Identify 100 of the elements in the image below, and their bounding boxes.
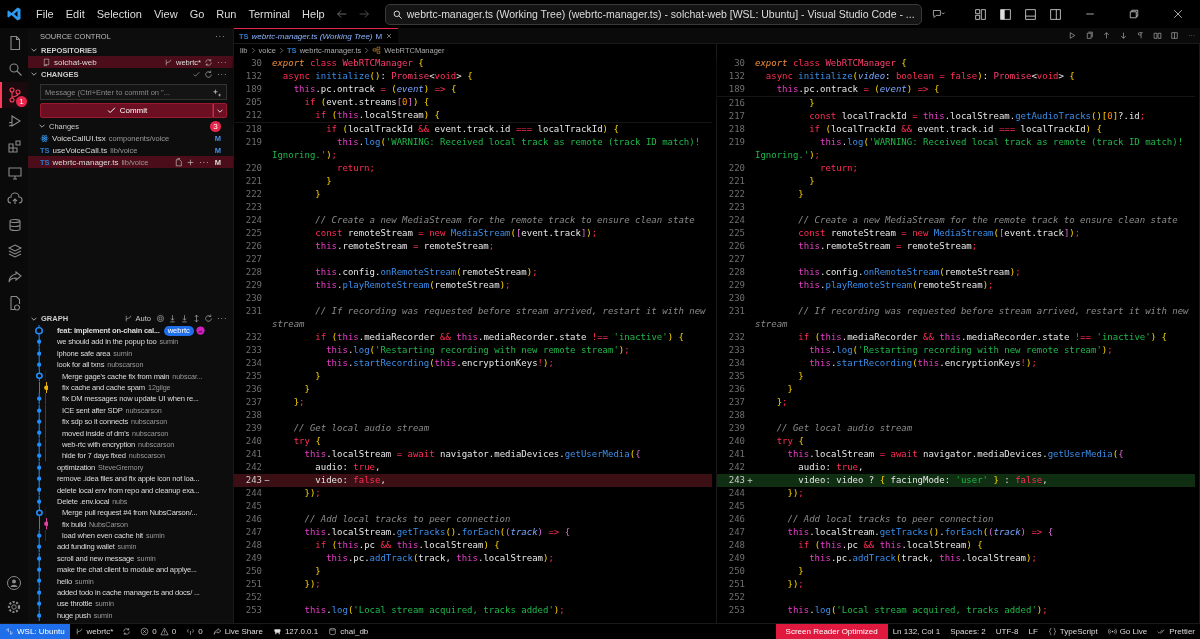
sidebar-toggle-icon[interactable] bbox=[999, 7, 1012, 21]
code-line: this.log('Local stream acquired, tracks added'); bbox=[787, 604, 1048, 617]
more-icon[interactable] bbox=[197, 159, 209, 165]
layout-icon[interactable] bbox=[974, 7, 987, 21]
line-number: 205 bbox=[244, 96, 262, 109]
language-mode[interactable]: TypeScript bbox=[1042, 624, 1103, 639]
arrow-up-icon[interactable] bbox=[1102, 31, 1111, 40]
status-item[interactable]: LF bbox=[1023, 624, 1043, 639]
activity-item[interactable]: 1 bbox=[0, 82, 28, 108]
remote-file-icon bbox=[7, 295, 23, 311]
prettier-indicator[interactable]: Prettier bbox=[1152, 624, 1200, 639]
code-line: if (this.pc && this.localStream) { bbox=[798, 539, 983, 552]
line-number: 219 bbox=[727, 136, 745, 149]
database-indicator[interactable]: chai_db bbox=[323, 624, 374, 639]
line-number: 246 bbox=[727, 513, 745, 526]
close-icon[interactable] bbox=[385, 32, 394, 40]
chat-icon[interactable] bbox=[931, 7, 946, 21]
split-icon[interactable] bbox=[1153, 31, 1162, 40]
more-icon[interactable] bbox=[216, 59, 227, 65]
sync-icon[interactable] bbox=[204, 57, 213, 67]
line-number: 244 bbox=[244, 487, 262, 500]
line-number: 251 bbox=[727, 578, 745, 591]
refresh-icon[interactable] bbox=[204, 69, 213, 79]
menu-item[interactable]: Run bbox=[210, 8, 243, 20]
code-line: this.log('WARNING: Received local track as remote (track ID match)! bbox=[337, 136, 701, 149]
code-line: this.playRemoteStream(remoteStream); bbox=[798, 279, 994, 292]
copy-icon[interactable] bbox=[1085, 31, 1094, 40]
line-number: 132 bbox=[244, 70, 262, 83]
arrow-down-icon[interactable] bbox=[1119, 31, 1128, 40]
code-line: const remoteStream = new MediaStream([event.track]); bbox=[798, 227, 1081, 240]
menu-item[interactable]: Edit bbox=[59, 8, 91, 20]
repo-name: solchat-web bbox=[54, 57, 97, 67]
line-number: 223 bbox=[244, 201, 262, 214]
check-icon[interactable] bbox=[192, 69, 201, 79]
problems-indicator[interactable]: 0 0 bbox=[135, 624, 182, 639]
secondary-sidebar-icon[interactable] bbox=[1049, 7, 1062, 21]
status-item[interactable]: Ln 132, Col 1 bbox=[887, 624, 946, 639]
remote-indicator[interactable]: WSL: Ubuntu bbox=[0, 624, 70, 639]
graph-lane-drawing bbox=[38, 381, 49, 394]
go-live-button[interactable]: Go Live bbox=[1102, 624, 1153, 639]
sparkle-icon[interactable] bbox=[212, 86, 223, 98]
panel-toggle-icon[interactable] bbox=[1024, 7, 1037, 21]
settings-icon[interactable] bbox=[6, 599, 22, 615]
code-line: return; bbox=[820, 162, 858, 175]
code-line: export class WebRTCManager { bbox=[755, 57, 907, 70]
menu-item[interactable]: Go bbox=[183, 8, 211, 20]
more-icon[interactable] bbox=[214, 33, 225, 39]
plus-icon[interactable] bbox=[185, 157, 195, 167]
code-line: if (this.mediaRecorder && this.mediaRecorder.state !== 'inactive') { bbox=[315, 331, 684, 344]
line-number: 221 bbox=[727, 175, 745, 188]
code-line: this.pc.ontrack = (event) => { bbox=[293, 83, 457, 96]
file-name: useVoiceCall.ts bbox=[52, 145, 108, 155]
code-line: if (localTrackId && event.track.id === localTrackId) { bbox=[326, 123, 619, 136]
files-icon bbox=[7, 35, 23, 51]
server-indicator[interactable]: 127.0.0.1 bbox=[267, 624, 324, 639]
line-number: 30 bbox=[250, 57, 262, 70]
line-number: 220 bbox=[727, 162, 745, 175]
live-share-button[interactable]: Live Share bbox=[207, 624, 268, 639]
chevron-icon bbox=[364, 47, 370, 54]
restore-icon[interactable] bbox=[1128, 8, 1140, 20]
ports-indicator[interactable]: 0 bbox=[181, 624, 208, 639]
broadcast-icon bbox=[1107, 627, 1117, 636]
code-line: }); bbox=[787, 578, 804, 591]
menu-item[interactable]: View bbox=[147, 8, 184, 20]
menu-item[interactable]: File bbox=[30, 8, 60, 20]
pull-icon[interactable] bbox=[180, 314, 189, 324]
tab-title: webrtc-manager.ts (Working Tree) bbox=[251, 31, 373, 41]
close-icon[interactable] bbox=[1172, 8, 1184, 20]
account-icon[interactable] bbox=[6, 575, 22, 591]
status-item[interactable]: Spaces: 2 bbox=[945, 624, 991, 639]
play-icon[interactable] bbox=[1068, 31, 1077, 40]
code-line: this.localStream = await navigator.mediaDevices.getUserMedia({ bbox=[304, 448, 641, 461]
target-icon[interactable] bbox=[156, 314, 165, 324]
line-number: 237 bbox=[727, 396, 745, 409]
code-line: video: false, bbox=[315, 474, 386, 487]
line-number: 250 bbox=[727, 565, 745, 578]
commit-button[interactable]: Commit bbox=[40, 103, 213, 118]
more-icon[interactable] bbox=[216, 316, 227, 322]
sync-icon[interactable] bbox=[122, 627, 132, 636]
code-line: } bbox=[315, 565, 321, 578]
more-icon[interactable] bbox=[216, 71, 227, 77]
remote-icon bbox=[5, 627, 14, 636]
branch-icon bbox=[74, 627, 84, 636]
open-file-icon[interactable] bbox=[173, 157, 183, 167]
menu-item[interactable]: Terminal bbox=[242, 8, 297, 20]
line-number: 227 bbox=[244, 253, 262, 266]
fetch-icon[interactable] bbox=[168, 314, 177, 324]
screen-reader-indicator[interactable]: Screen Reader Optimized bbox=[775, 624, 888, 639]
menu-item[interactable]: Selection bbox=[90, 8, 148, 20]
status-item[interactable]: UTF-8 bbox=[990, 624, 1024, 639]
paragraph-icon[interactable] bbox=[1136, 31, 1145, 40]
branch-indicator[interactable]: webrtc* bbox=[69, 624, 119, 639]
push-pull-icon[interactable] bbox=[192, 314, 201, 324]
menu-item[interactable]: Help bbox=[296, 8, 331, 20]
code-line: // Create a new MediaStream for the remote track to ensure clean state bbox=[315, 214, 695, 227]
extensions-icon bbox=[7, 139, 23, 155]
command-center[interactable]: webrtc-manager.ts (Working Tree) (webrtc-manager.ts) - solchat-web [WSL: Ubuntu] - Visual Studio Code - ... bbox=[384, 3, 922, 25]
refresh-icon[interactable] bbox=[204, 314, 213, 324]
layout-icon[interactable] bbox=[1170, 31, 1179, 40]
diff-marker: + bbox=[746, 474, 754, 487]
